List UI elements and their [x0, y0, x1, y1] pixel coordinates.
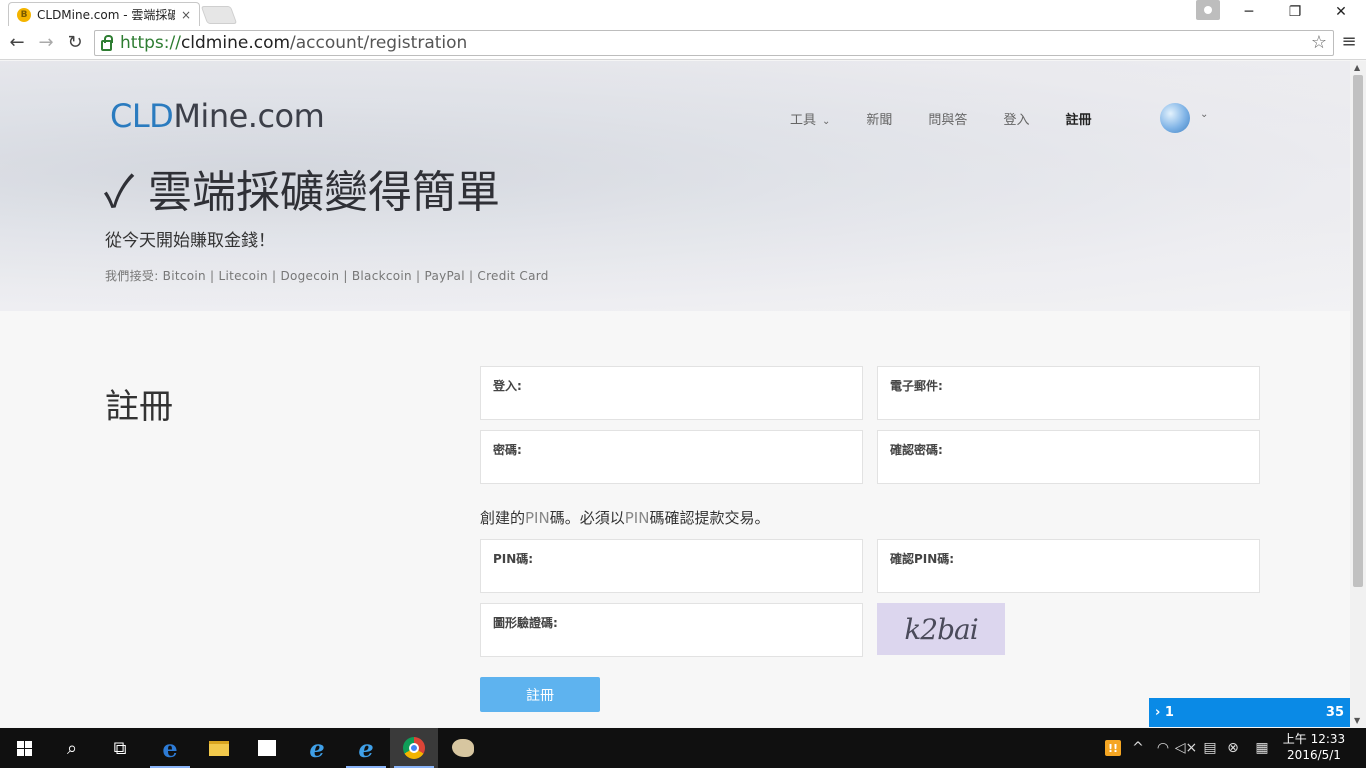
email-field[interactable]: 電子郵件: [877, 366, 1260, 420]
field-label: 密碼: [493, 443, 522, 457]
bitcoin-favicon-icon: B [17, 7, 31, 22]
forward-arrow-icon[interactable]: → [34, 31, 58, 55]
restore-button[interactable]: ❐ [1272, 0, 1318, 24]
browser-menu-icon[interactable]: ≡ [1340, 31, 1358, 55]
chrome-icon[interactable] [390, 728, 438, 768]
profile-icon[interactable] [1196, 0, 1220, 20]
notification-bar[interactable]: › 1 35 [1149, 698, 1350, 727]
nav-tools[interactable]: 工具 ⌄ [790, 109, 830, 128]
notification-value: 35 [1325, 705, 1344, 720]
pin-instructions: 創建的PIN碼。必須以PIN碼確認提款交易。 [480, 509, 770, 527]
confirm-password-field[interactable]: 確認密碼: [877, 430, 1260, 484]
page-scrollbar[interactable]: ▲ ▼ [1350, 61, 1366, 727]
captcha-field[interactable]: 圖形驗證碼: [480, 603, 863, 657]
nav-register[interactable]: 註冊 [1065, 109, 1091, 128]
close-circle-icon[interactable]: ⊗ [1222, 728, 1244, 768]
url-text: https://cldmine.com/account/registration [120, 33, 468, 53]
top-navigation: 工具 ⌄ 新聞 問與答 登入 註冊 [790, 109, 1127, 128]
wifi-icon[interactable]: ◠ [1152, 728, 1174, 768]
hero-subheadline: 從今天開始賺取金錢！ [105, 231, 275, 251]
browser-tab[interactable]: B CLDMine.com - 雲端採礦 × [8, 2, 200, 26]
hero-headline: ✓ 雲端採礦變得簡單 [104, 167, 501, 218]
minimize-button[interactable]: ─ [1226, 0, 1272, 24]
windows-logo-icon [16, 740, 32, 756]
tab-title: CLDMine.com - 雲端採礦 [37, 8, 175, 22]
browser-toolbar: ← → ↻ https://cldmine.com/account/regist… [0, 26, 1366, 60]
page-viewport: CLDMine.com 工具 ⌄ 新聞 問與答 登入 註冊 ⌄ ✓ 雲端採礦變得簡… [0, 61, 1350, 727]
action-center-icon[interactable]: ▤ [1199, 728, 1221, 768]
language-globe-icon[interactable] [1160, 103, 1190, 133]
field-label: PIN碼: [493, 552, 534, 566]
register-submit-button[interactable]: 註冊 [480, 677, 600, 712]
reload-icon[interactable]: ↻ [63, 31, 87, 55]
confirm-pin-field[interactable]: 確認PIN碼: [877, 539, 1260, 593]
field-label: 確認密碼: [890, 443, 943, 457]
scroll-up-icon[interactable]: ▲ [1354, 63, 1360, 72]
address-bar[interactable]: https://cldmine.com/account/registration… [94, 30, 1334, 56]
nav-faq[interactable]: 問與答 [928, 109, 967, 128]
store-icon[interactable] [243, 728, 291, 768]
keyboard-icon[interactable]: ▦ [1250, 728, 1274, 768]
site-logo[interactable]: CLDMine.com [110, 97, 325, 135]
warning-tray-icon[interactable]: !! [1100, 728, 1126, 768]
new-tab-button[interactable] [200, 6, 238, 24]
chevron-down-icon: ⌄ [822, 116, 831, 127]
notification-count: › 1 [1155, 705, 1174, 720]
nav-login[interactable]: 登入 [1003, 109, 1029, 128]
clock-date: 2016/5/1 [1287, 748, 1341, 762]
search-icon[interactable]: ⌕ [48, 728, 96, 768]
chevron-up-icon[interactable]: ^ [1128, 728, 1148, 768]
clock-time: 上午 12:33 [1282, 732, 1346, 746]
volume-muted-icon[interactable]: ◁× [1175, 728, 1198, 768]
bookmark-star-icon[interactable]: ☆ [1311, 32, 1327, 53]
nav-news[interactable]: 新聞 [866, 109, 892, 128]
pin-field[interactable]: PIN碼: [480, 539, 863, 593]
windows-taskbar: ⌕ ⧉ e e e !! ^ ◠ ◁× ▤ ⊗ ▦ 上午 12:33 2016/… [0, 728, 1366, 768]
page-title: 註冊 [105, 387, 173, 427]
captcha-image[interactable]: k2bai [877, 603, 1005, 655]
chevron-down-icon[interactable]: ⌄ [1200, 109, 1208, 120]
paint-icon[interactable] [439, 728, 487, 768]
tab-close-icon[interactable]: × [181, 8, 191, 22]
accepted-payments: 我們接受: Bitcoin | Litecoin | Dogecoin | Bl… [105, 269, 549, 283]
task-view-icon[interactable]: ⧉ [96, 728, 144, 768]
secure-lock-icon [101, 34, 113, 51]
close-window-button[interactable]: ✕ [1318, 0, 1364, 24]
field-label: 登入: [493, 379, 522, 393]
internet-explorer-icon[interactable]: e [293, 728, 341, 768]
start-button[interactable] [0, 728, 48, 768]
scroll-down-icon[interactable]: ▼ [1354, 716, 1360, 725]
back-arrow-icon[interactable]: ← [5, 31, 29, 55]
field-label: 電子郵件: [890, 379, 943, 393]
login-field[interactable]: 登入: [480, 366, 863, 420]
internet-explorer-icon-2[interactable]: e [342, 728, 390, 768]
password-field[interactable]: 密碼: [480, 430, 863, 484]
taskbar-clock[interactable]: 上午 12:33 2016/5/1 [1282, 731, 1346, 763]
field-label: 圖形驗證碼: [493, 616, 558, 630]
field-label: 確認PIN碼: [890, 552, 955, 566]
browser-tabbar: B CLDMine.com - 雲端採礦 × ─ ❐ ✕ [0, 0, 1366, 26]
scrollbar-thumb[interactable] [1353, 75, 1363, 587]
edge-icon[interactable]: e [146, 728, 194, 768]
file-explorer-icon[interactable] [195, 728, 243, 768]
